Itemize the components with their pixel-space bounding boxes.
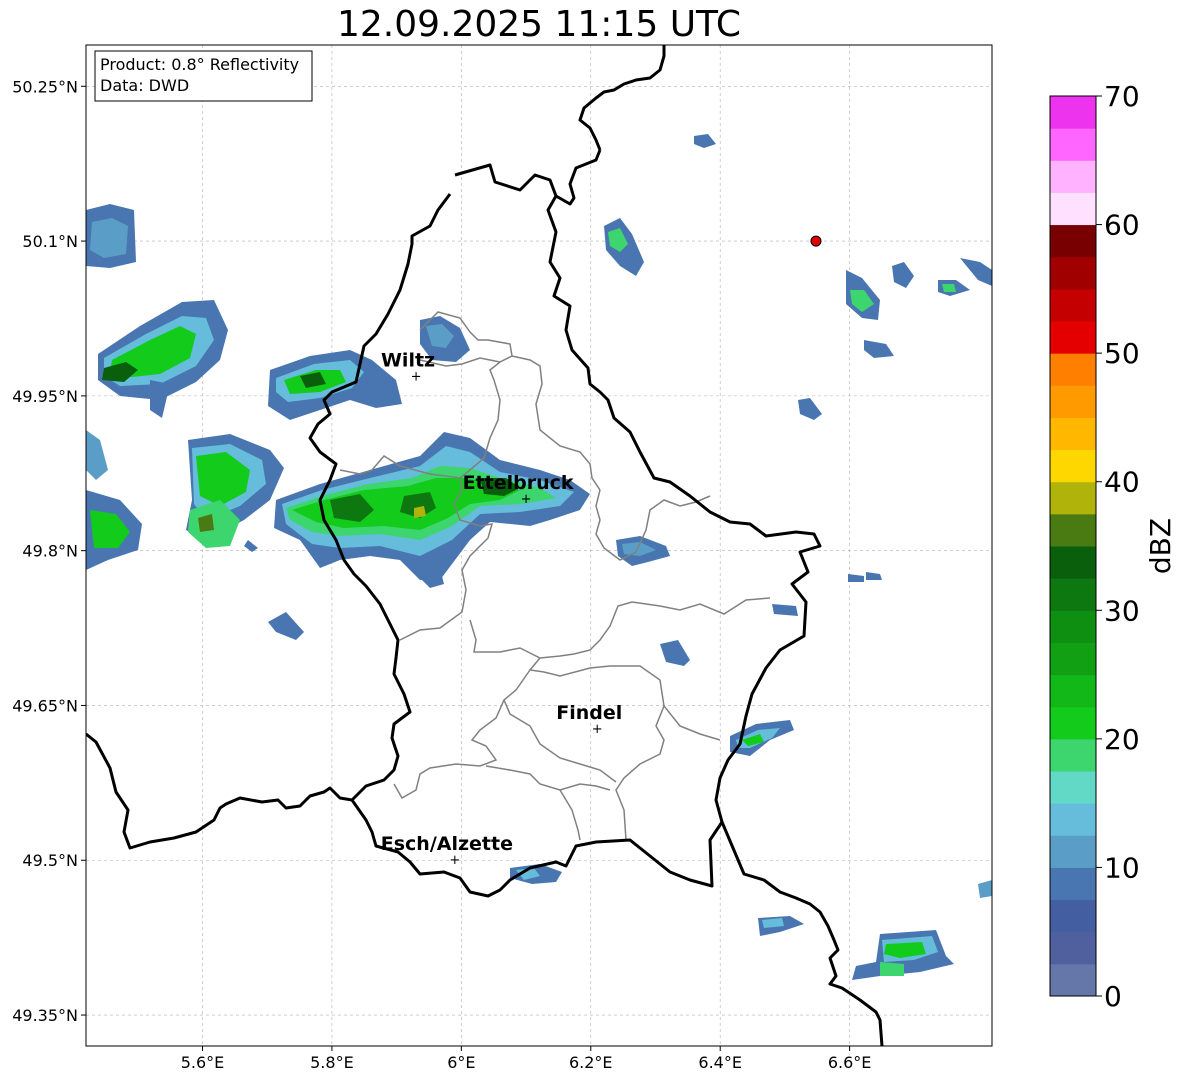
lat-tick-label: 50.1°N — [22, 232, 78, 251]
colorbar-segment — [1050, 610, 1096, 643]
lat-tick-label: 49.95°N — [12, 387, 78, 406]
colorbar-segment — [1050, 546, 1096, 579]
radar-map-figure: 5.6°E 5.8°E 6°E 6.2°E 6.4°E 6.6°E 50.25°N 50.1°… — [0, 0, 1184, 1081]
colorbar-label: dBZ — [1144, 518, 1177, 574]
colorbar-segment — [1050, 674, 1096, 708]
colorbar-segment — [1050, 192, 1096, 226]
colorbar-segment — [1050, 353, 1096, 386]
city-label: Findel — [556, 702, 622, 724]
city-label: Esch/Alzette — [381, 833, 513, 855]
colorbar-segment — [1050, 931, 1096, 965]
colorbar-tick-label: 60 — [1104, 209, 1140, 242]
colorbar-segment — [1050, 321, 1096, 354]
colorbar-segment — [1050, 128, 1096, 161]
city-marker-icon: + — [592, 722, 603, 737]
lat-tick-label: 49.5°N — [22, 851, 78, 870]
radar-site-marker — [810, 235, 822, 247]
product-info-box: Product: 0.8° Reflectivity Data: DWD — [94, 50, 313, 102]
echo-cell — [86, 204, 136, 268]
colorbar-tick-label: 10 — [1104, 851, 1140, 884]
colorbar-segment — [1050, 417, 1096, 451]
colorbar-segment — [1050, 738, 1096, 772]
colorbar-segment — [1050, 288, 1096, 322]
colorbar-segment — [1050, 385, 1096, 418]
colorbar-segment — [1050, 224, 1096, 258]
lon-tick-label: 5.6°E — [181, 1053, 225, 1072]
city-marker-icon: + — [411, 369, 422, 384]
city-marker-icon: + — [521, 492, 532, 507]
colorbar-tick-label: 50 — [1104, 337, 1140, 370]
lon-tick-label: 6.6°E — [828, 1053, 872, 1072]
colorbar-segment — [1050, 771, 1096, 804]
colorbar-segment — [1050, 803, 1096, 836]
data-source-label: Data: DWD — [100, 76, 189, 95]
colorbar-tick-label: 40 — [1104, 466, 1140, 499]
dbz-colorbar: 0 10 20 30 40 50 60 70 — [1049, 80, 1140, 1013]
colorbar-segment — [1050, 481, 1096, 515]
colorbar-segment — [1050, 867, 1096, 901]
colorbar-segment — [1050, 642, 1096, 676]
lon-tick-label: 6°E — [447, 1053, 475, 1072]
city-label: Wiltz — [381, 349, 435, 371]
city-marker-icon: + — [449, 853, 460, 868]
colorbar-tick-label: 30 — [1104, 594, 1140, 627]
lat-tick-label: 49.35°N — [12, 1006, 78, 1025]
colorbar-segment — [1050, 578, 1096, 611]
colorbar-segment — [1050, 706, 1096, 740]
lon-tick-label: 6.4°E — [698, 1053, 742, 1072]
city-label: Ettelbruck — [463, 472, 574, 494]
colorbar-segment — [1050, 96, 1096, 129]
colorbar-tick-label: 20 — [1104, 723, 1140, 756]
lon-tick-label: 6.2°E — [569, 1053, 613, 1072]
lat-tick-label: 50.25°N — [12, 77, 78, 96]
product-label: Product: 0.8° Reflectivity — [100, 55, 299, 74]
colorbar-tick-label: 70 — [1104, 80, 1140, 113]
colorbar-segment — [1050, 449, 1096, 483]
colorbar-segment — [1050, 835, 1096, 868]
colorbar-segment — [1050, 899, 1096, 933]
radar-site-dot — [810, 235, 822, 247]
colorbar-segment — [1050, 513, 1096, 547]
colorbar-segment — [1050, 160, 1096, 193]
colorbar-segment — [1050, 963, 1096, 997]
lat-tick-label: 49.65°N — [12, 696, 78, 715]
lon-tick-label: 5.8°E — [310, 1053, 354, 1072]
colorbar-segment — [1050, 256, 1096, 290]
lat-tick-label: 49.8°N — [22, 542, 78, 561]
colorbar-tick-label: 0 — [1104, 980, 1122, 1013]
